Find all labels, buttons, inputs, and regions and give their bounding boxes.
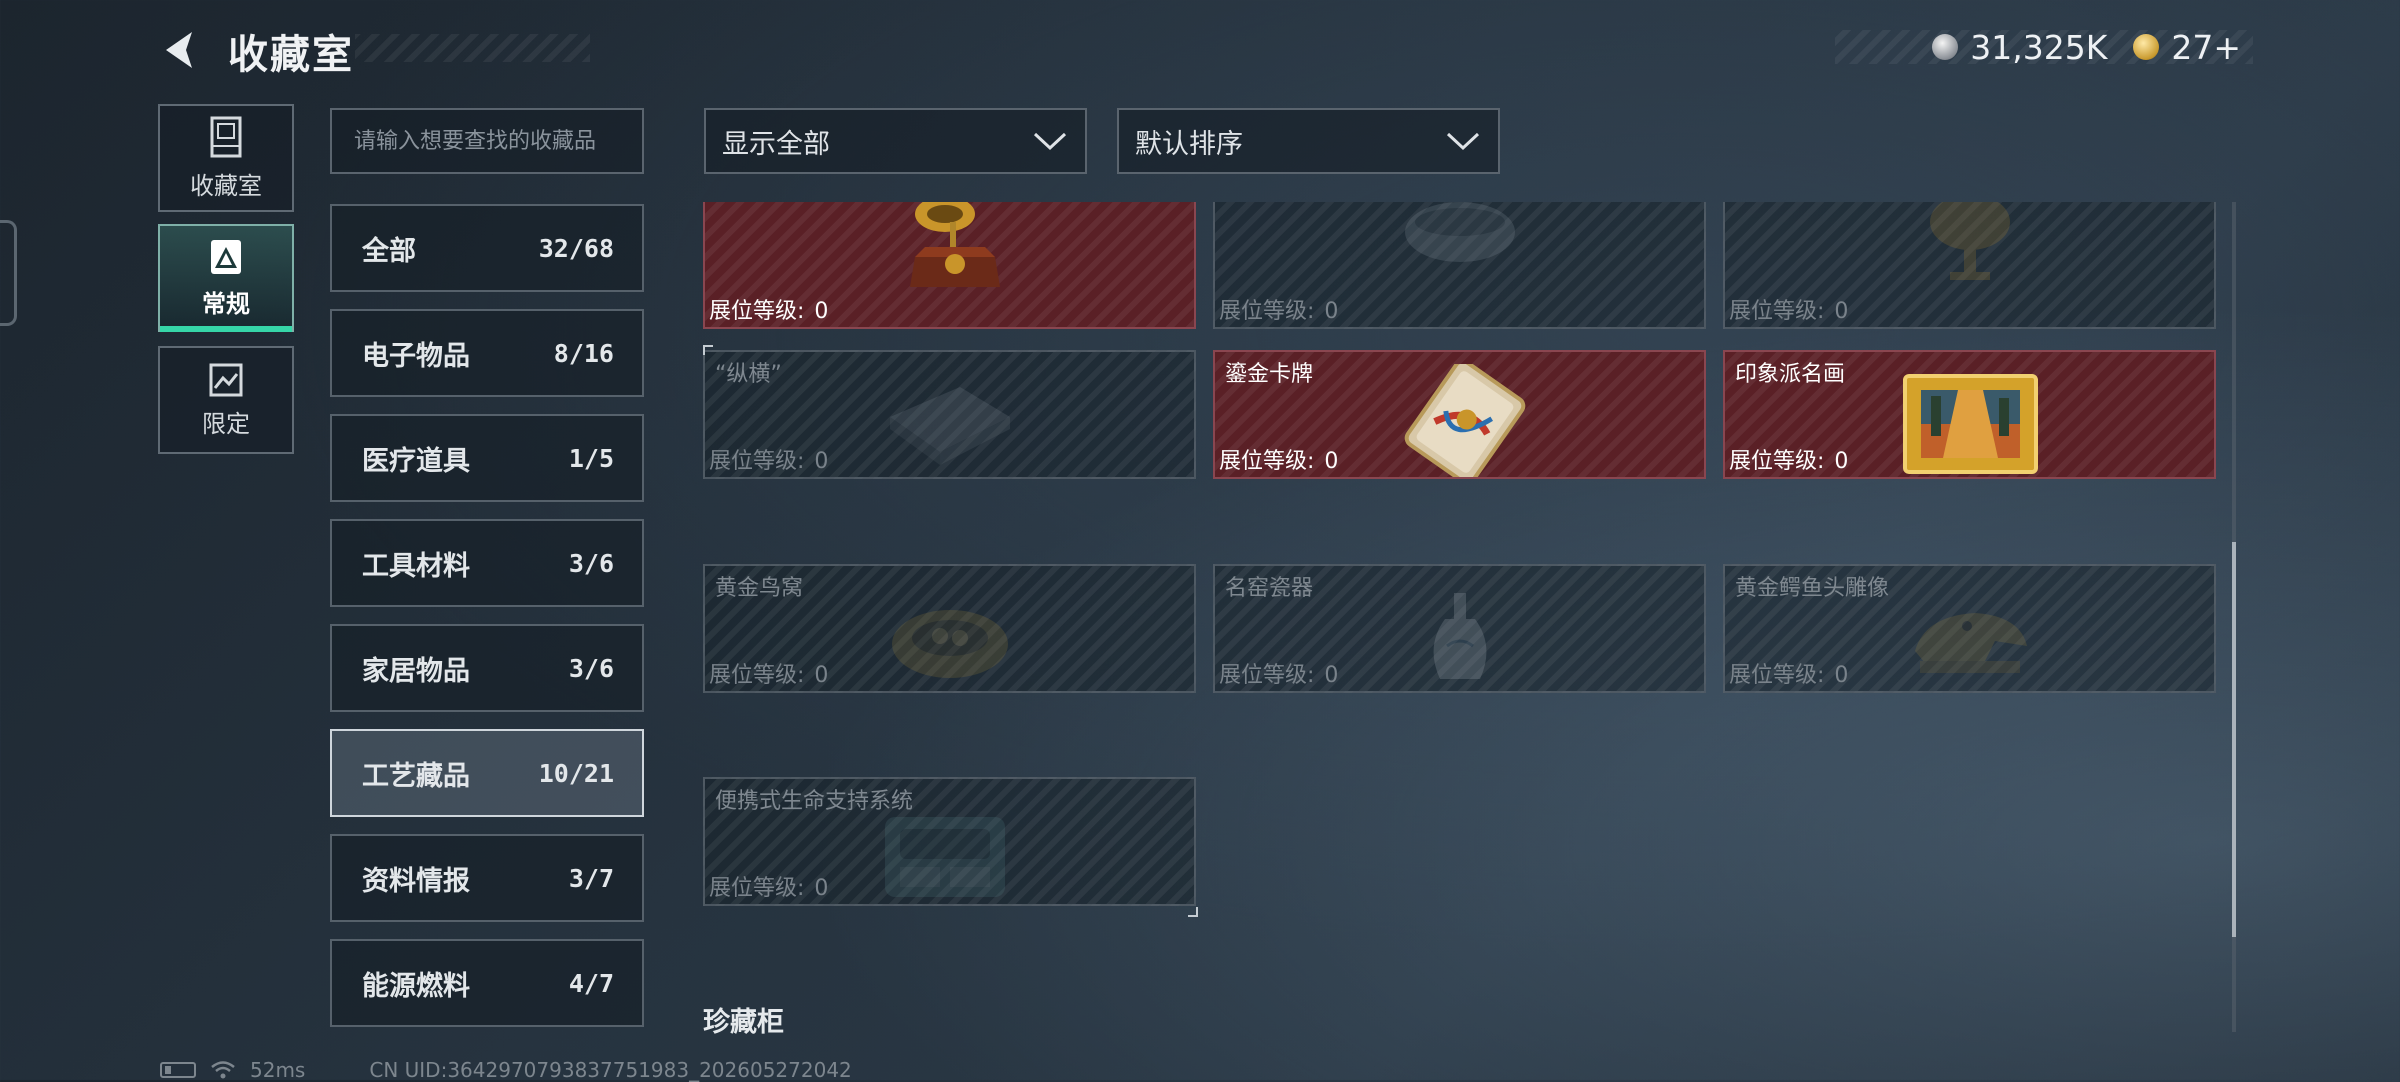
gramophone-icon — [910, 202, 1000, 287]
category-count: 3/6 — [568, 548, 614, 578]
corner-mark — [703, 345, 713, 355]
gilded-card-icon — [1404, 364, 1526, 477]
trophy-cabinet-icon — [210, 116, 242, 157]
category-name: 全部 — [362, 235, 416, 267]
chevron-down-icon — [1446, 132, 1480, 151]
limited-image-icon — [209, 363, 243, 396]
silver-amount: 31,325K — [1970, 27, 2108, 67]
category-name: 家居物品 — [362, 655, 470, 687]
search-input[interactable] — [330, 108, 644, 174]
nav-limited[interactable]: 限定 — [158, 346, 294, 454]
user-uid: CN UID:3642970793837751983_202605272042 — [369, 1058, 852, 1082]
booth-level: 展位等级: 0 — [709, 449, 829, 474]
category-count: 10/21 — [538, 758, 614, 788]
booth-level: 展位等级: 0 — [1219, 663, 1339, 688]
category-name: 医疗道具 — [362, 445, 470, 477]
collection-item[interactable]: 名窑瓷器 展位等级: 0 — [1213, 564, 1706, 693]
nav-regular[interactable]: 常规 — [158, 224, 294, 332]
crocodile-statue-icon — [1915, 613, 2027, 673]
collection-item[interactable]: 印象派名画 展位等级: 0 — [1723, 350, 2216, 479]
chess-box-icon — [890, 387, 1010, 465]
nav-label: 限定 — [202, 409, 250, 438]
ping-value: 52ms — [250, 1058, 306, 1082]
sort-dropdown[interactable]: 默认排序 — [1117, 108, 1500, 174]
battery-icon — [160, 1062, 196, 1078]
item-name: 黄金鸟窝 — [715, 576, 804, 601]
item-name: 鎏金卡牌 — [1225, 362, 1314, 387]
category-name: 工具材料 — [362, 550, 470, 582]
silver-coin-icon — [1932, 34, 1959, 60]
nav-collection-room[interactable]: 收藏室 — [158, 104, 294, 212]
item-name: 印象派名画 — [1735, 362, 1846, 387]
section-label: 珍藏柜 — [703, 1007, 784, 1038]
item-name: 黄金鳄鱼头雕像 — [1735, 576, 1890, 601]
booth-level: 展位等级: 0 — [1729, 299, 1849, 324]
booth-level: 展位等级: 0 — [1219, 299, 1339, 324]
collection-item[interactable]: 便携式生命支持系统 展位等级: 0 — [703, 777, 1196, 906]
collection-item[interactable]: 黄金鸟窝 展位等级: 0 — [703, 564, 1196, 693]
porcelain-vase-icon — [1433, 593, 1487, 679]
nav-label: 常规 — [202, 289, 250, 318]
category-count: 3/6 — [568, 653, 614, 683]
collection-item[interactable]: 展位等级: 0 — [703, 202, 1196, 329]
category-fuel[interactable]: 能源燃料 4/7 — [330, 939, 644, 1027]
page-title: 收藏室 — [228, 32, 354, 78]
booth-level: 展位等级: 0 — [709, 299, 829, 324]
warning-triangle-doc-icon — [211, 239, 241, 274]
collection-item[interactable]: “纵横” 展位等级: 0 — [703, 350, 1196, 479]
category-intel[interactable]: 资料情报 3/7 — [330, 834, 644, 922]
category-household[interactable]: 家居物品 3/6 — [330, 624, 644, 712]
scrollbar[interactable] — [2232, 202, 2236, 1032]
currency-bar: 31,325K 27+ — [1835, 27, 2253, 67]
life-support-device-icon — [885, 817, 1005, 897]
booth-level: 展位等级: 0 — [1219, 449, 1339, 474]
category-name: 工艺藏品 — [362, 760, 470, 792]
category-medical[interactable]: 医疗道具 1/5 — [330, 414, 644, 502]
booth-level: 展位等级: 0 — [1729, 449, 1849, 474]
ornate-bowl-icon — [1405, 202, 1515, 262]
filter-dropdown[interactable]: 显示全部 — [704, 108, 1087, 174]
booth-level: 展位等级: 0 — [709, 663, 829, 688]
category-name: 能源燃料 — [362, 970, 470, 1002]
wifi-icon — [211, 1061, 235, 1079]
item-name: 名窑瓷器 — [1225, 576, 1314, 601]
collection-item[interactable]: 黄金鳄鱼头雕像 展位等级: 0 — [1723, 564, 2216, 693]
category-tools[interactable]: 工具材料 3/6 — [330, 519, 644, 607]
corner-mark — [1188, 907, 1198, 917]
sort-value: 默认排序 — [1135, 128, 1243, 160]
collection-grid: 展位等级: 0 展位等级: 0 展位等级: 0 “纵横” 展位等级: 0 鎏金卡牌 — [703, 202, 2216, 1032]
golden-cup-icon — [1930, 202, 2010, 280]
collection-item[interactable]: 展位等级: 0 — [1723, 202, 2216, 329]
category-count: 3/7 — [568, 863, 614, 893]
collection-item[interactable]: 鎏金卡牌 展位等级: 0 — [1213, 350, 1706, 479]
back-arrow-icon[interactable] — [160, 28, 200, 72]
category-count: 32/68 — [538, 233, 614, 263]
booth-level: 展位等级: 0 — [709, 876, 829, 901]
filter-value: 显示全部 — [722, 128, 830, 160]
nav-label: 收藏室 — [190, 171, 262, 200]
category-all[interactable]: 全部 32/68 — [330, 204, 644, 292]
golden-nest-icon — [892, 610, 1008, 678]
category-name: 资料情报 — [362, 865, 470, 897]
category-count: 4/7 — [568, 968, 614, 998]
category-electronics[interactable]: 电子物品 8/16 — [330, 309, 644, 397]
category-count: 1/5 — [568, 443, 614, 473]
active-indicator — [160, 326, 292, 332]
category-name: 电子物品 — [362, 340, 470, 372]
booth-level: 展位等级: 0 — [1729, 663, 1849, 688]
item-name: “纵横” — [715, 362, 782, 387]
gold-amount: 27+ — [2171, 27, 2241, 67]
framed-painting-icon — [1903, 374, 2038, 474]
status-bar: 52ms CN UID:3642970793837751983_20260527… — [160, 1058, 852, 1082]
collection-item[interactable]: 展位等级: 0 — [1213, 202, 1706, 329]
scrollbar-thumb[interactable] — [2232, 542, 2236, 937]
category-count: 8/16 — [553, 338, 614, 368]
chevron-down-icon — [1033, 132, 1067, 151]
title-decoration — [355, 34, 590, 62]
edge-drawer-tab[interactable] — [0, 220, 17, 326]
gold-coin-icon — [2133, 34, 2160, 60]
category-crafts[interactable]: 工艺藏品 10/21 — [330, 729, 644, 817]
